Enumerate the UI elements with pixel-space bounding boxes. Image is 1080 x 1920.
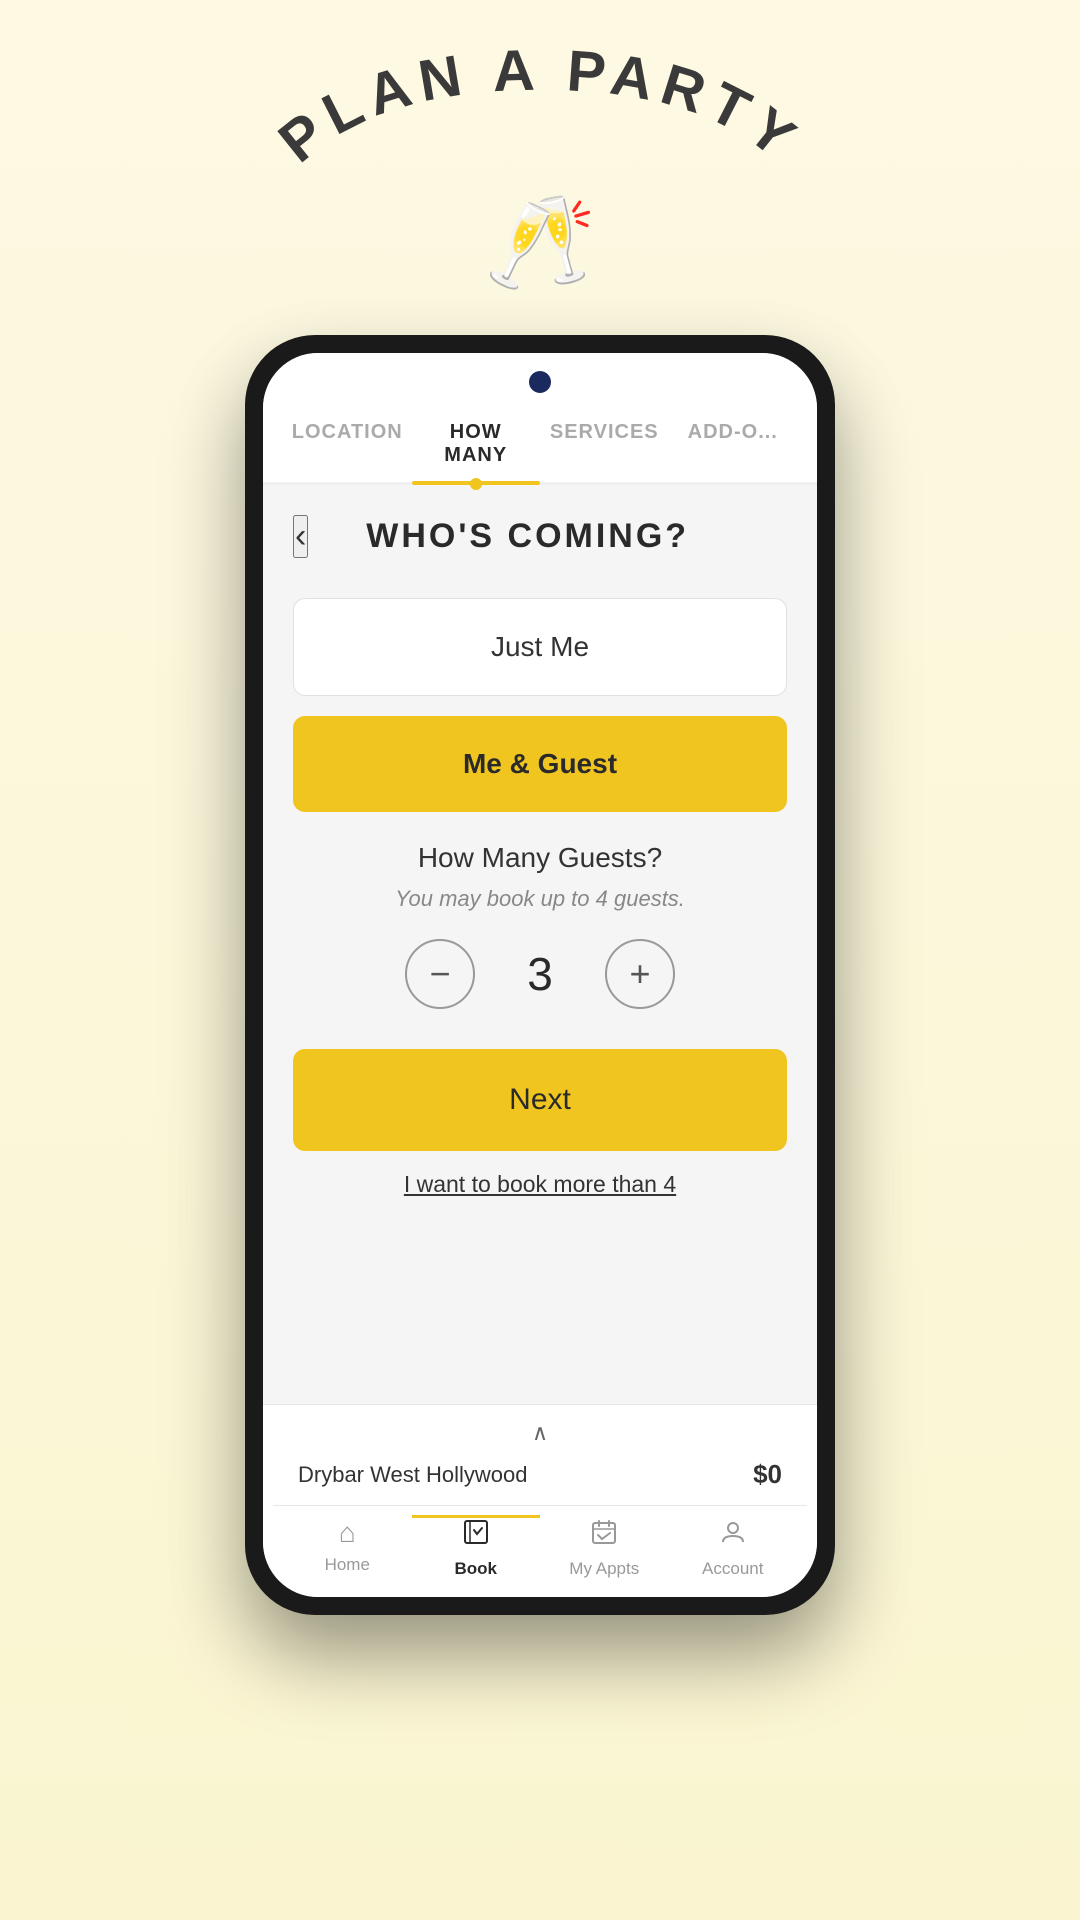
back-button[interactable]: ‹ <box>293 515 308 558</box>
bottom-bar: ∧ Drybar West Hollywood $0 ⌂ Home <box>263 1404 817 1597</box>
svg-text:PLAN A PARTY: PLAN A PARTY <box>267 38 813 175</box>
page-header: ‹ WHO'S COMING? <box>263 485 817 568</box>
home-icon: ⌂ <box>339 1518 356 1550</box>
camera-area <box>263 353 817 403</box>
guest-section-subtitle: You may book up to 4 guests. <box>395 886 685 912</box>
bottom-nav: ⌂ Home Book <box>273 1505 807 1587</box>
main-content: ‹ WHO'S COMING? Just Me Me & Guest How M… <box>263 485 817 1404</box>
nav-my-appts-label: My Appts <box>569 1559 639 1579</box>
location-name: Drybar West Hollywood <box>298 1462 527 1488</box>
decrement-button[interactable]: − <box>405 939 475 1009</box>
counter-row: − 3 + <box>405 939 675 1009</box>
tab-location[interactable]: LOCATION <box>283 403 412 482</box>
nav-account[interactable]: Account <box>669 1518 798 1579</box>
guest-section-title: How Many Guests? <box>418 842 662 874</box>
tab-addons[interactable]: ADD-O... <box>669 403 798 482</box>
camera-dot <box>529 371 551 393</box>
next-section: Next I want to book more than 4 <box>263 1029 817 1208</box>
location-row: Drybar West Hollywood $0 <box>273 1454 807 1505</box>
phone-screen: LOCATION HOW MANY SERVICES ADD-O... ‹ WH… <box>263 353 817 1597</box>
guest-count-value: 3 <box>515 947 565 1001</box>
nav-account-label: Account <box>702 1559 763 1579</box>
calendar-icon <box>590 1518 618 1554</box>
nav-home[interactable]: ⌂ Home <box>283 1518 412 1579</box>
me-and-guest-button[interactable]: Me & Guest <box>293 716 787 812</box>
tab-how-many[interactable]: HOW MANY <box>412 403 541 482</box>
next-button[interactable]: Next <box>293 1049 787 1151</box>
phone-frame: LOCATION HOW MANY SERVICES ADD-O... ‹ WH… <box>245 335 835 1615</box>
account-icon <box>719 1518 747 1554</box>
tab-services[interactable]: SERVICES <box>540 403 669 482</box>
tab-navigation: LOCATION HOW MANY SERVICES ADD-O... <box>263 403 817 485</box>
plan-a-party-title: PLAN A PARTY <box>250 80 830 200</box>
increment-button[interactable]: + <box>605 939 675 1009</box>
nav-book-label: Book <box>455 1559 498 1579</box>
options-area: Just Me Me & Guest <box>263 568 817 832</box>
tab-active-indicator <box>470 478 482 490</box>
price-tag: $0 <box>753 1459 782 1490</box>
nav-home-label: Home <box>325 1555 370 1575</box>
book-more-link[interactable]: I want to book more than 4 <box>404 1171 676 1198</box>
nav-my-appts[interactable]: My Appts <box>540 1518 669 1579</box>
champagne-glasses-icon: 🥂 <box>484 190 596 295</box>
page-title: WHO'S COMING? <box>308 517 747 556</box>
nav-book[interactable]: Book <box>412 1515 541 1579</box>
book-icon <box>462 1518 490 1554</box>
guest-section: How Many Guests? You may book up to 4 gu… <box>263 832 817 1029</box>
just-me-button[interactable]: Just Me <box>293 598 787 696</box>
header-area: PLAN A PARTY 🥂 <box>250 0 830 295</box>
chevron-up-icon[interactable]: ∧ <box>273 1420 807 1454</box>
